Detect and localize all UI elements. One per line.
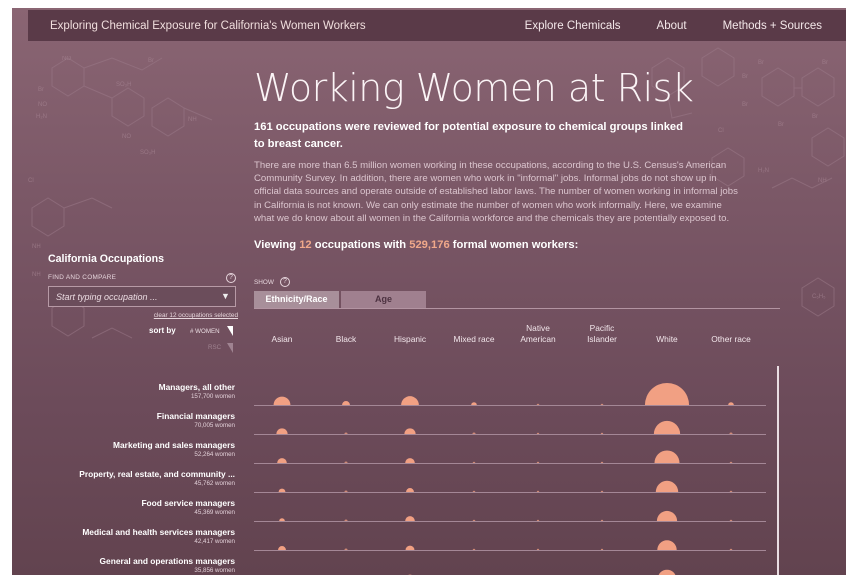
site-title[interactable]: Exploring Chemical Exposure for Californ… (28, 20, 366, 32)
row-occupation-name[interactable]: Marketing and sales managers (42, 440, 235, 450)
svg-text:NO: NO (122, 134, 131, 140)
viewing-suffix: formal women workers: (449, 239, 579, 251)
viewing-summary: Viewing 12 occupations with 529,176 form… (254, 239, 578, 251)
svg-text:NH: NH (818, 178, 827, 184)
row-baseline (254, 434, 766, 435)
chevron-down-icon[interactable]: ▼ (221, 291, 230, 301)
svg-text:Br: Br (742, 102, 748, 108)
svg-text:NH: NH (32, 244, 41, 250)
svg-text:H₂N: H₂N (36, 114, 47, 120)
sort-option-rsc[interactable]: RSC (208, 344, 221, 351)
svg-text:NH: NH (188, 117, 197, 123)
app-frame: NO NO Br H₂N SO₃H Br NO SO₃H NH Cl Br Br Br Br Br … (12, 8, 846, 575)
nav-explore-chemicals[interactable]: Explore Chemicals (525, 20, 621, 32)
tab-ethnicity-race[interactable]: Ethnicity/Race (254, 291, 339, 308)
column-header-other-race: Other race (711, 334, 751, 344)
column-header-white: White (656, 334, 678, 344)
viewing-prefix: Viewing (254, 239, 300, 251)
column-header-black: Black (335, 334, 357, 344)
row-women-count: 42,417 women (194, 538, 235, 545)
row-women-count: 35,856 women (194, 567, 235, 574)
row-women-count: 45,369 women (194, 509, 235, 516)
svg-text:Cl: Cl (718, 128, 724, 134)
help-icon[interactable]: ? (280, 277, 290, 287)
row-baseline (254, 521, 766, 522)
column-header-native-american: Native American (520, 323, 556, 344)
svg-text:NH: NH (32, 272, 41, 278)
row-baseline (254, 405, 766, 406)
svg-text:Br: Br (778, 122, 784, 128)
row-women-count: 70,005 women (194, 422, 235, 429)
svg-text:NO: NO (38, 102, 47, 108)
svg-text:Br: Br (742, 74, 748, 80)
row-occupation-name[interactable]: Financial managers (42, 411, 235, 421)
top-navigation: Exploring Chemical Exposure for Californ… (28, 10, 846, 41)
row-women-count: 52,264 women (194, 451, 235, 458)
viewing-occupation-count: 12 (299, 239, 312, 251)
sort-rsc-icon[interactable] (227, 343, 233, 353)
bubble-white[interactable] (654, 450, 680, 463)
column-header-pacific-islander: Pacific Islander (587, 323, 617, 344)
svg-text:Br: Br (822, 60, 828, 66)
find-compare-label: FIND AND COMPARE (48, 274, 117, 281)
row-occupation-name[interactable]: Property, real estate, and community ... (42, 469, 235, 479)
viewing-mid: occupations with (311, 239, 410, 251)
tab-divider (254, 308, 780, 309)
bubble-white[interactable] (658, 569, 677, 575)
scrollbar[interactable] (777, 366, 779, 575)
row-occupation-name[interactable]: Food service managers (42, 498, 235, 508)
svg-text:Br: Br (812, 114, 818, 120)
viewing-worker-count: 529,176 (409, 239, 450, 251)
bubble-hispanic[interactable] (401, 396, 419, 405)
lead-statement: 161 occupations were reviewed for potent… (254, 121, 683, 150)
page-title: Working Women at Risk (254, 66, 694, 110)
svg-text:SO₃H: SO₃H (116, 82, 131, 88)
sort-by-label: sort by (149, 326, 176, 335)
bubble-white[interactable] (653, 420, 681, 434)
row-women-count: 45,762 women (194, 480, 235, 487)
svg-text:NO: NO (62, 56, 71, 62)
row-occupation-name[interactable]: Managers, all other (42, 382, 235, 392)
column-header-hispanic: Hispanic (393, 334, 427, 344)
clear-selection-link[interactable]: clear 12 occupations selected (146, 312, 238, 319)
sort-option-women[interactable]: # WOMEN (190, 328, 220, 335)
sidebar-title: California Occupations (48, 253, 164, 265)
row-baseline (254, 550, 766, 551)
nav-about[interactable]: About (657, 20, 687, 32)
intro-paragraph: There are more than 6.5 million women wo… (254, 160, 738, 224)
row-baseline (254, 492, 766, 493)
svg-text:Br: Br (148, 58, 154, 64)
svg-text:H₂N: H₂N (758, 168, 769, 174)
sort-women-icon[interactable] (227, 326, 233, 336)
occupation-search-input[interactable] (48, 286, 236, 307)
bubble-white[interactable] (656, 510, 678, 521)
tab-age[interactable]: Age (341, 291, 426, 308)
bubble-asian[interactable] (273, 396, 291, 405)
show-label: SHOW (254, 279, 274, 286)
bubble-white[interactable] (644, 382, 690, 405)
svg-text:Br: Br (758, 60, 764, 66)
row-occupation-name[interactable]: Medical and health services managers (42, 527, 235, 537)
row-baseline (254, 463, 766, 464)
column-header-mixed-race: Mixed race (453, 334, 495, 344)
nav-links: Explore Chemicals About Methods + Source… (525, 20, 846, 32)
svg-text:Cl: Cl (28, 178, 34, 184)
row-occupation-name[interactable]: General and operations managers (42, 556, 235, 566)
nav-methods-sources[interactable]: Methods + Sources (723, 20, 822, 32)
bubble-white[interactable] (655, 480, 679, 492)
svg-text:Br: Br (38, 87, 44, 93)
column-header-asian: Asian (271, 334, 293, 344)
help-icon[interactable]: ? (226, 273, 236, 283)
svg-text:C₆H₅: C₆H₅ (812, 294, 826, 300)
svg-text:SO₃H: SO₃H (140, 150, 155, 156)
bubble-white[interactable] (657, 540, 677, 550)
row-women-count: 157,700 women (190, 393, 235, 400)
